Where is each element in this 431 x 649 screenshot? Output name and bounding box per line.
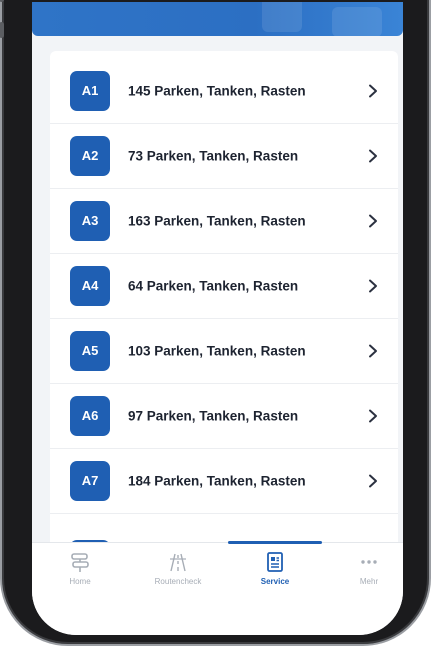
tab-label: Routencheck — [154, 577, 202, 586]
motorway-badge: A1 — [70, 71, 110, 111]
list-item[interactable]: A6 97 Parken, Tanken, Rasten — [50, 384, 398, 449]
list-item[interactable]: A2 73 Parken, Tanken, Rasten — [50, 124, 398, 189]
volume-button — [0, 22, 4, 38]
list-item-label: 145 Parken, Tanken, Rasten — [128, 83, 306, 99]
more-dots-icon — [361, 560, 377, 564]
list-item-label: 103 Parken, Tanken, Rasten — [128, 343, 306, 359]
motorway-badge: A6 — [70, 396, 110, 436]
tab-label: Service — [260, 577, 290, 586]
tab-service[interactable]: Service — [230, 551, 320, 601]
bottom-tab-bar: Home Routencheck Service Mehr — [32, 541, 403, 635]
list-item[interactable]: A7 184 Parken, Tanken, Rasten — [50, 449, 398, 514]
list-item[interactable]: A1 145 Parken, Tanken, Rasten — [50, 59, 398, 124]
chevron-right-icon — [369, 279, 377, 293]
chevron-right-icon — [369, 84, 377, 98]
list-item[interactable]: A5 103 Parken, Tanken, Rasten — [50, 319, 398, 384]
list-item-label: 163 Parken, Tanken, Rasten — [128, 213, 306, 229]
motorway-badge: A2 — [70, 136, 110, 176]
phone-frame: A1 145 Parken, Tanken, Rasten A2 73 Park… — [0, 0, 431, 646]
tab-label: Mehr — [359, 577, 379, 586]
list-item-label: 97 Parken, Tanken, Rasten — [128, 408, 299, 424]
app-screenshot: A1 145 Parken, Tanken, Rasten A2 73 Park… — [0, 0, 431, 649]
chevron-right-icon — [369, 409, 377, 423]
document-icon — [267, 552, 283, 572]
phone-screen: A1 145 Parken, Tanken, Rasten A2 73 Park… — [32, 2, 403, 635]
header-banner — [32, 2, 403, 36]
list-item[interactable]: A3 163 Parken, Tanken, Rasten — [50, 189, 398, 254]
active-tab-indicator — [228, 541, 322, 544]
chevron-right-icon — [369, 149, 377, 163]
tab-label: Home — [69, 577, 91, 586]
motorway-badge: A4 — [70, 266, 110, 306]
chevron-right-icon — [369, 214, 377, 228]
header-decoration — [262, 2, 302, 32]
list-item-label: 184 Parken, Tanken, Rasten — [128, 473, 306, 489]
list-item-label: 73 Parken, Tanken, Rasten — [128, 148, 299, 164]
signpost-icon — [71, 553, 89, 572]
tab-routencheck[interactable]: Routencheck — [133, 551, 223, 601]
road-icon — [170, 553, 186, 572]
tab-mehr[interactable]: Mehr — [324, 551, 403, 601]
motorway-list: A1 145 Parken, Tanken, Rasten A2 73 Park… — [50, 51, 398, 551]
list-item-label: 64 Parken, Tanken, Rasten — [128, 278, 299, 294]
chevron-right-icon — [369, 474, 377, 488]
chevron-right-icon — [369, 344, 377, 358]
motorway-badge: A3 — [70, 201, 110, 241]
volume-button — [0, 0, 4, 2]
motorway-badge: A5 — [70, 331, 110, 371]
motorway-badge: A7 — [70, 461, 110, 501]
list-item[interactable]: A4 64 Parken, Tanken, Rasten — [50, 254, 398, 319]
tab-home[interactable]: Home — [35, 551, 125, 601]
header-decoration — [332, 7, 382, 36]
